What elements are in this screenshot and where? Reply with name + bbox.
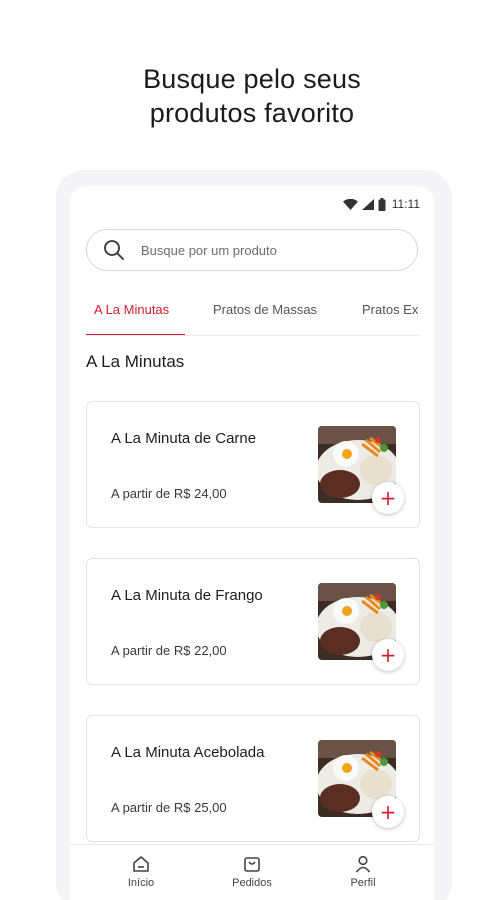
product-card[interactable]: A La Minuta Acebolada A partir de R$ 25,…	[86, 715, 420, 842]
bag-icon	[212, 855, 292, 875]
nav-label: Perfil	[350, 877, 376, 889]
status-bar: 11:11	[342, 196, 420, 212]
product-price: A partir de R$ 22,00	[111, 643, 227, 658]
product-name: A La Minuta de Frango	[111, 587, 263, 604]
product-price: A partir de R$ 24,00	[111, 486, 227, 501]
add-to-cart-button[interactable]: +	[372, 796, 404, 828]
battery-icon	[378, 197, 386, 211]
signal-icon	[361, 198, 374, 210]
nav-item-perfil[interactable]: Perfil	[323, 855, 403, 889]
home-icon	[101, 855, 181, 875]
headline-line-2: produtos favorito	[149, 98, 355, 128]
product-card[interactable]: A La Minuta de Carne A partir de R$ 24,0…	[86, 401, 420, 528]
search-input[interactable]	[141, 242, 381, 258]
active-tab-indicator	[86, 334, 185, 335]
status-time: 11:11	[391, 197, 420, 211]
person-icon	[323, 855, 403, 875]
nav-item-inicio[interactable]: Início	[101, 855, 181, 889]
section-title: A La Minutas	[86, 352, 185, 371]
product-price: A partir de R$ 25,00	[111, 800, 227, 815]
tab-pratos-ex[interactable]: Pratos Ex	[362, 302, 418, 335]
nav-label: Pedidos	[232, 877, 272, 889]
add-to-cart-button[interactable]: +	[372, 639, 404, 671]
app-screen: 11:11 A La Minutas Pratos de Massas Prat…	[70, 186, 434, 900]
nav-label: Início	[127, 877, 155, 889]
product-name: A La Minuta de Carne	[111, 430, 257, 447]
search-bar[interactable]	[86, 229, 418, 271]
wifi-icon	[342, 198, 358, 210]
category-tabs: A La Minutas Pratos de Massas Pratos Ex	[86, 296, 420, 336]
product-card[interactable]: A La Minuta de Frango A partir de R$ 22,…	[86, 558, 420, 685]
tab-pratos-de-massas[interactable]: Pratos de Massas	[213, 302, 317, 335]
add-to-cart-button[interactable]: +	[372, 482, 404, 514]
search-icon[interactable]	[103, 239, 125, 261]
nav-item-pedidos[interactable]: Pedidos	[212, 855, 292, 889]
headline-line-1: Busque pelo seus	[143, 64, 361, 94]
promo-headline: Busque pelo seus produtos favorito	[0, 62, 504, 130]
product-name: A La Minuta Acebolada	[111, 744, 265, 761]
tab-a-la-minutas[interactable]: A La Minutas	[94, 302, 169, 335]
bottom-navigation: Início Pedidos Perfil	[70, 844, 434, 900]
